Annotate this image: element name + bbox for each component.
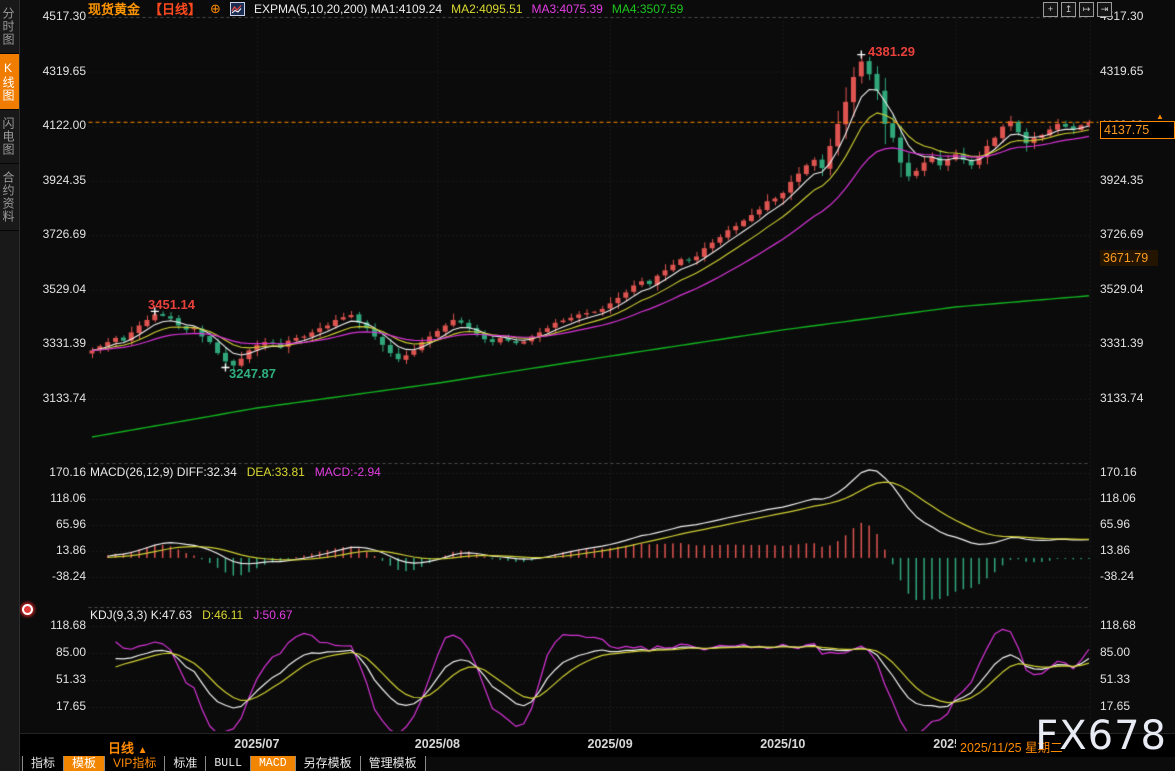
macd-axis-label: 170.16 <box>1100 465 1137 479</box>
kdj-axis-label: 118.68 <box>1100 618 1136 632</box>
price-axis-label: 3529.04 <box>1100 282 1143 296</box>
macd-axis-label: 13.86 <box>20 543 86 557</box>
ma3-value: MA3:4075.39 <box>531 2 602 16</box>
macd-value: MACD:-2.94 <box>315 465 381 479</box>
sidebar-item-candle-chart[interactable]: K线图 <box>0 54 19 110</box>
toolbar-item-templates[interactable]: 模板 <box>64 756 105 771</box>
price-axis-label: 3133.74 <box>20 391 86 405</box>
scale-up-icon[interactable]: ↥ <box>1061 2 1076 17</box>
toolbar-item-manage-template[interactable]: 管理模板 <box>361 756 426 771</box>
period-selector[interactable]: 日线 ▲ <box>108 738 148 757</box>
kdj-axis-label: 17.65 <box>1100 699 1130 713</box>
kdj-j-value: J:50.67 <box>253 608 292 622</box>
symbol-name: 现货黄金 <box>88 0 140 18</box>
mini-chart-icon[interactable] <box>230 2 245 16</box>
june-low-annotation: 3247.87 <box>229 366 276 381</box>
month-tick-label: 2025/10 <box>760 737 805 751</box>
toolbar-item-bull[interactable]: BULL <box>206 756 251 771</box>
price-axis-label: 4319.65 <box>20 64 86 78</box>
macd-axis-label: 118.06 <box>20 491 86 505</box>
price-axis-label: 3924.35 <box>20 173 86 187</box>
macd-axis-label: 13.86 <box>1100 543 1130 557</box>
period-tag: 【日线】 <box>149 0 201 18</box>
window-controls: + ↥ ↦ ⇥ <box>1043 2 1112 17</box>
macd-axis-label: -38.24 <box>1100 569 1134 583</box>
kdj-title: KDJ(9,3,3) K:47.63 <box>90 608 192 622</box>
toolbar-item-vip-indicators[interactable]: VIP指标 <box>105 756 165 771</box>
macd-title: MACD(26,12,9) DIFF:32.34 <box>90 465 237 479</box>
month-tick-label: 2025/09 <box>588 737 633 751</box>
reference-price-label: 3671.79 <box>1100 250 1158 266</box>
price-chart-canvas[interactable] <box>0 0 1175 771</box>
sidebar-item-contract-info[interactable]: 合约资料 <box>0 164 19 231</box>
macd-axis-label: 65.96 <box>1100 517 1130 531</box>
kdj-axis-label: 85.00 <box>20 645 86 659</box>
kdj-d-value: D:46.11 <box>202 608 243 622</box>
indicator-label: EXPMA(5,10,20,200) MA1:4109.24 <box>254 2 442 16</box>
current-price-label: 4137.75 <box>1100 121 1175 139</box>
price-axis-label: 3726.69 <box>1100 227 1143 241</box>
watermark: FX678 <box>1035 713 1167 759</box>
chart-header: 现货黄金 【日线】 ⊕ EXPMA(5,10,20,200) MA1:4109.… <box>88 0 683 17</box>
sidebar-item-timeline-chart[interactable]: 分时图 <box>0 0 19 54</box>
kdj-axis-label: 118.68 <box>20 618 86 632</box>
month-tick-label: 2025/08 <box>415 737 460 751</box>
price-axis-label: 3331.39 <box>20 336 86 350</box>
price-axis-label: 4517.30 <box>20 9 86 23</box>
scale-right-icon[interactable]: ↦ <box>1079 2 1094 17</box>
toolbar-item-indicators[interactable]: 指标 <box>22 756 64 771</box>
kdj-panel-title: KDJ(9,3,3) K:47.63 D:46.11 J:50.67 <box>90 608 293 622</box>
toolbar-item-save-template[interactable]: 另存模板 <box>296 756 361 771</box>
layout-grid-icon[interactable]: + <box>1043 2 1058 17</box>
alarm-dot-icon[interactable] <box>22 604 33 615</box>
macd-panel-title: MACD(26,12,9) DIFF:32.34 DEA:33.81 MACD:… <box>90 465 381 479</box>
month-tick-label: 2025/07 <box>234 737 279 751</box>
ma2-value: MA2:4095.51 <box>451 2 522 16</box>
price-axis-label: 3133.74 <box>1100 391 1143 405</box>
macd-axis-label: -38.24 <box>20 569 86 583</box>
ma4-value: MA4:3507.59 <box>612 2 683 16</box>
price-axis-label: 3726.69 <box>20 227 86 241</box>
price-axis-label: 3924.35 <box>1100 173 1143 187</box>
kdj-axis-label: 51.33 <box>20 672 86 686</box>
kdj-axis-label: 17.65 <box>20 699 86 713</box>
bottom-toolbar: 指标 模板 VIP指标 标准 BULL MACD 另存模板 管理模板 <box>22 756 426 771</box>
june-high-annotation: 3451.14 <box>148 297 195 312</box>
macd-axis-label: 170.16 <box>20 465 86 479</box>
macd-axis-label: 118.06 <box>1100 491 1136 505</box>
price-axis-label: 3331.39 <box>1100 336 1143 350</box>
pan-right-icon[interactable]: ⇥ <box>1097 2 1112 17</box>
kdj-axis-label: 51.33 <box>1100 672 1130 686</box>
price-axis-label: 3529.04 <box>20 282 86 296</box>
peak-high-annotation: 4381.29 <box>868 44 915 59</box>
sidebar: 分时图 K线图 闪电图 合约资料 <box>0 0 20 771</box>
price-axis-label: 4122.00 <box>20 118 86 132</box>
kdj-axis-label: 85.00 <box>1100 645 1130 659</box>
macd-dea-value: DEA:33.81 <box>247 465 305 479</box>
sidebar-item-tick-chart[interactable]: 闪电图 <box>0 110 19 164</box>
price-axis-label: 4319.65 <box>1100 64 1143 78</box>
toolbar-item-macd[interactable]: MACD <box>251 756 296 771</box>
toolbar-item-standard[interactable]: 标准 <box>165 756 206 771</box>
add-indicator-icon[interactable]: ⊕ <box>210 1 221 17</box>
macd-axis-label: 65.96 <box>20 517 86 531</box>
